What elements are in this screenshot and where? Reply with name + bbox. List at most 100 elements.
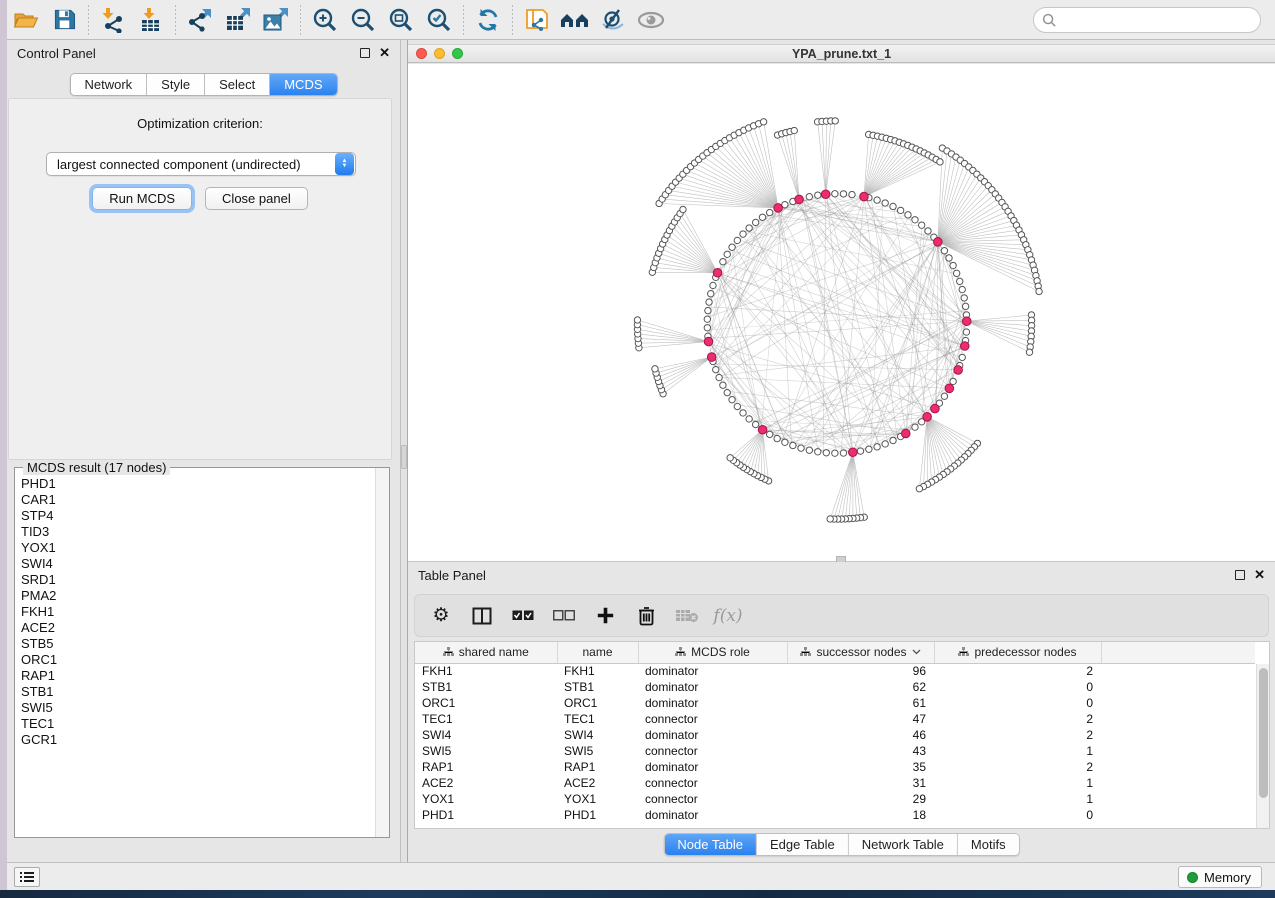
table-cell[interactable]: 0 xyxy=(934,695,1101,711)
table-cell[interactable]: dominator xyxy=(638,679,787,695)
tab-network[interactable]: Network xyxy=(70,74,147,95)
table-cell[interactable]: SWI5 xyxy=(557,743,638,759)
table-row[interactable]: SWI5SWI5connector431 xyxy=(415,743,1255,759)
task-history-button[interactable] xyxy=(14,867,40,887)
show-all-button[interactable] xyxy=(634,4,668,36)
export-image-button[interactable] xyxy=(259,4,293,36)
table-cell[interactable]: RAP1 xyxy=(415,759,557,775)
search-field[interactable] xyxy=(1033,7,1261,33)
table-cell[interactable]: 18 xyxy=(787,807,934,823)
mcds-result-item[interactable]: GCR1 xyxy=(21,732,375,748)
table-row[interactable]: SWI4SWI4dominator462 xyxy=(415,727,1255,743)
table-cell[interactable]: FKH1 xyxy=(557,663,638,679)
hide-selected-button[interactable] xyxy=(596,4,630,36)
close-panel-button[interactable]: Close panel xyxy=(205,187,308,210)
mcds-result-item[interactable]: FKH1 xyxy=(21,604,375,620)
mcds-result-item[interactable]: PMA2 xyxy=(21,588,375,604)
table-cell[interactable]: 62 xyxy=(787,679,934,695)
network-window-titlebar[interactable]: YPA_prune.txt_1 xyxy=(408,44,1275,63)
table-cell[interactable]: YOX1 xyxy=(415,791,557,807)
table-cell[interactable]: 1 xyxy=(934,775,1101,791)
zoom-out-button[interactable] xyxy=(346,4,380,36)
column-header-name[interactable]: name xyxy=(557,642,638,663)
table-cell[interactable]: 46 xyxy=(787,727,934,743)
tab-edge-table[interactable]: Edge Table xyxy=(757,834,849,855)
table-cell[interactable]: dominator xyxy=(638,663,787,679)
table-cell[interactable]: RAP1 xyxy=(557,759,638,775)
table-row[interactable]: FKH1FKH1dominator962 xyxy=(415,663,1255,679)
import-table-button[interactable] xyxy=(134,4,168,36)
save-session-button[interactable] xyxy=(47,4,81,36)
tab-mcds[interactable]: MCDS xyxy=(270,74,336,95)
table-cell[interactable]: 43 xyxy=(787,743,934,759)
table-cell[interactable]: 2 xyxy=(934,727,1101,743)
import-network-button[interactable] xyxy=(96,4,130,36)
table-cell[interactable]: STB1 xyxy=(557,679,638,695)
table-cell[interactable]: connector xyxy=(638,791,787,807)
table-cell[interactable]: 2 xyxy=(934,663,1101,679)
table-row[interactable]: YOX1YOX1connector291 xyxy=(415,791,1255,807)
table-cell[interactable]: dominator xyxy=(638,727,787,743)
table-cell[interactable]: ORC1 xyxy=(415,695,557,711)
table-row[interactable]: RAP1RAP1dominator352 xyxy=(415,759,1255,775)
vertical-splitter[interactable] xyxy=(400,40,408,862)
table-cell[interactable]: 2 xyxy=(934,759,1101,775)
export-network-button[interactable] xyxy=(183,4,217,36)
run-mcds-button[interactable]: Run MCDS xyxy=(92,187,192,210)
table-cell[interactable]: 1 xyxy=(934,743,1101,759)
table-cell[interactable]: ACE2 xyxy=(415,775,557,791)
table-cell[interactable]: FKH1 xyxy=(415,663,557,679)
table-cell[interactable]: PHD1 xyxy=(557,807,638,823)
control-panel-float-icon[interactable] xyxy=(360,48,370,58)
mcds-result-item[interactable]: SRD1 xyxy=(21,572,375,588)
memory-button[interactable]: Memory xyxy=(1178,866,1262,888)
delete-column-button[interactable] xyxy=(634,603,658,629)
mcds-result-item[interactable]: STP4 xyxy=(21,508,375,524)
mcds-result-item[interactable]: PHD1 xyxy=(21,476,375,492)
table-row[interactable]: TEC1TEC1connector472 xyxy=(415,711,1255,727)
table-row[interactable]: STB1STB1dominator620 xyxy=(415,679,1255,695)
tab-select[interactable]: Select xyxy=(205,74,270,95)
table-cell[interactable]: SWI4 xyxy=(557,727,638,743)
splitter-grip[interactable] xyxy=(401,445,407,469)
show-columns-button[interactable] xyxy=(470,603,494,629)
column-header-shared-name[interactable]: shared name xyxy=(415,642,557,663)
table-panel-close-icon[interactable]: ✕ xyxy=(1254,570,1265,580)
network-graph[interactable] xyxy=(408,64,1275,562)
column-header-predecessor-nodes[interactable]: predecessor nodes xyxy=(934,642,1101,663)
export-table-button[interactable] xyxy=(221,4,255,36)
table-cell[interactable]: PHD1 xyxy=(415,807,557,823)
table-cell[interactable]: YOX1 xyxy=(557,791,638,807)
table-cell[interactable]: connector xyxy=(638,743,787,759)
tab-network-table[interactable]: Network Table xyxy=(849,834,958,855)
search-input[interactable] xyxy=(1057,10,1260,30)
table-scrollbar[interactable] xyxy=(1256,664,1269,828)
table-cell[interactable]: 0 xyxy=(934,679,1101,695)
table-cell[interactable]: 2 xyxy=(934,711,1101,727)
mcds-result-item[interactable]: YOX1 xyxy=(21,540,375,556)
mcds-result-item[interactable]: TEC1 xyxy=(21,716,375,732)
mcds-result-list[interactable]: PHD1CAR1STP4TID3YOX1SWI4SRD1PMA2FKH1ACE2… xyxy=(15,470,375,837)
network-from-selection-button[interactable] xyxy=(520,4,554,36)
optimization-criterion-select[interactable]: largest connected component (undirected)… xyxy=(46,152,356,176)
mcds-result-item[interactable]: SWI4 xyxy=(21,556,375,572)
table-cell[interactable]: SWI4 xyxy=(415,727,557,743)
open-file-button[interactable] xyxy=(9,4,43,36)
mcds-list-scrollbar[interactable] xyxy=(375,468,389,837)
mcds-result-item[interactable]: TID3 xyxy=(21,524,375,540)
table-cell[interactable]: TEC1 xyxy=(557,711,638,727)
apply-layout-button[interactable] xyxy=(471,4,505,36)
table-cell[interactable]: 96 xyxy=(787,663,934,679)
table-panel-float-icon[interactable] xyxy=(1235,570,1245,580)
table-cell[interactable]: ACE2 xyxy=(557,775,638,791)
table-cell[interactable]: 35 xyxy=(787,759,934,775)
table-cell[interactable]: dominator xyxy=(638,759,787,775)
table-cell[interactable]: TEC1 xyxy=(415,711,557,727)
zoom-selected-button[interactable] xyxy=(422,4,456,36)
tab-motifs[interactable]: Motifs xyxy=(958,834,1019,855)
mcds-result-item[interactable]: ORC1 xyxy=(21,652,375,668)
table-cell[interactable]: 47 xyxy=(787,711,934,727)
function-builder-button[interactable]: f(x) xyxy=(716,603,740,629)
delete-table-button[interactable] xyxy=(675,603,699,629)
mcds-result-item[interactable]: SWI5 xyxy=(21,700,375,716)
